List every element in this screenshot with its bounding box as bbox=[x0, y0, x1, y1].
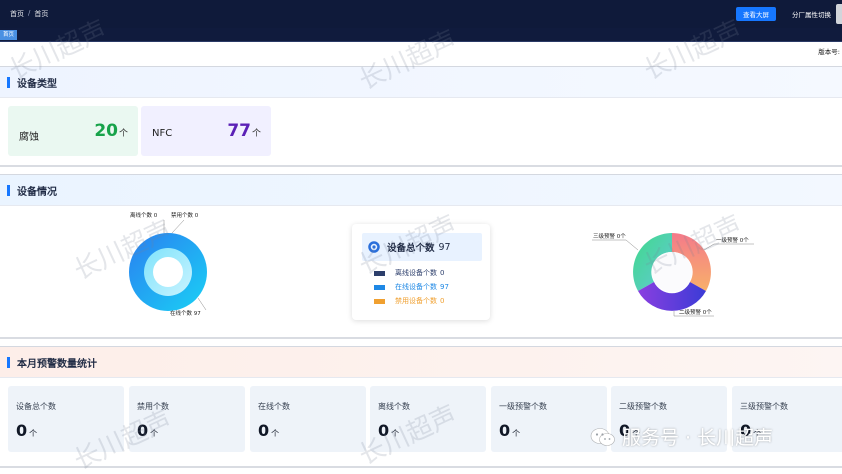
disabled-label: 禁用个数 0 bbox=[171, 211, 199, 219]
legend-item-label: 在线设备个数 bbox=[395, 283, 437, 291]
section-divider bbox=[0, 337, 842, 339]
section-accent-bar bbox=[7, 76, 10, 88]
tab-strip: 首页 bbox=[0, 28, 842, 42]
stat-card-online[interactable]: 在线个数 0个 bbox=[250, 386, 366, 452]
stat-value: 0个 bbox=[137, 421, 159, 440]
stat-label: 一级预警个数 bbox=[499, 402, 547, 411]
section-accent-bar bbox=[7, 184, 10, 196]
section-title-device-status: 设备情况 bbox=[17, 186, 57, 198]
stat-value: 0个 bbox=[378, 421, 400, 440]
stat-value: 0个 bbox=[258, 421, 280, 440]
breadcrumb-current: 首页 bbox=[34, 10, 49, 18]
label-leader-line bbox=[703, 243, 754, 251]
breadcrumb: 首页 / 首页 bbox=[10, 9, 48, 19]
legend-swatch bbox=[374, 298, 385, 304]
legend-item-disabled[interactable]: 禁用设备个数 0 bbox=[374, 296, 444, 306]
device-type-name: 腐蚀 bbox=[19, 132, 39, 143]
section-accent-bar bbox=[7, 356, 10, 368]
section-header-device-types: 设备类型 bbox=[0, 66, 842, 98]
legend-item-offline[interactable]: 离线设备个数 0 bbox=[374, 268, 444, 278]
section-header-monthly-alarms: 本月预警数量统计 bbox=[0, 346, 842, 378]
offline-label: 离线个数 0 bbox=[130, 211, 158, 219]
wechat-icon bbox=[590, 427, 615, 446]
section-header-device-status: 设备情况 bbox=[0, 174, 842, 206]
wechat-watermark: 服务号 · 长川超声 bbox=[590, 423, 773, 450]
device-type-count: 20个 bbox=[94, 121, 128, 141]
version-label: 版本号: bbox=[818, 48, 840, 56]
legend-item-value: 97 bbox=[440, 283, 449, 291]
legend-total-label: 设备总个数 bbox=[387, 243, 435, 254]
factory-switch-link[interactable]: 分厂属性切换 bbox=[792, 9, 831, 19]
stat-card-offline[interactable]: 离线个数 0个 bbox=[370, 386, 486, 452]
breadcrumb-home[interactable]: 首页 bbox=[10, 9, 24, 19]
device-type-count: 77个 bbox=[227, 121, 261, 141]
top-navigation-bar: 首页 / 首页 查看大屏 分厂属性切换 bbox=[0, 0, 842, 28]
user-avatar-edge[interactable] bbox=[836, 4, 842, 24]
label-leader-line bbox=[197, 297, 207, 311]
level-two-label: 二级预警 0个 bbox=[679, 308, 712, 316]
device-type-card-corrosion[interactable]: 腐蚀 20个 bbox=[8, 106, 138, 156]
legend-item-value: 0 bbox=[440, 297, 445, 305]
legend-item-label: 禁用设备个数 bbox=[395, 297, 437, 305]
legend-item-value: 0 bbox=[440, 269, 445, 277]
section-divider bbox=[0, 466, 842, 468]
stat-label: 三级预警个数 bbox=[740, 402, 788, 411]
device-type-name: NFC bbox=[152, 128, 173, 139]
section-divider bbox=[0, 165, 842, 167]
section-title-device-types: 设备类型 bbox=[17, 78, 57, 90]
view-bigscreen-button[interactable]: 查看大屏 bbox=[736, 7, 776, 21]
donut-hole bbox=[652, 252, 692, 292]
stat-label: 禁用个数 bbox=[137, 402, 169, 411]
alarm-level-donut-chart[interactable]: 三级预警 0个 一级预警 0个 二级预警 0个 bbox=[590, 206, 760, 326]
device-status-donut-chart[interactable]: 离线个数 0 禁用个数 0 在线个数 97 bbox=[100, 206, 240, 326]
legend-swatch bbox=[374, 270, 385, 276]
legend-swatch bbox=[374, 284, 385, 290]
legend-total-value: 97 bbox=[438, 241, 451, 253]
legend-total-header: 设备总个数 97 bbox=[362, 233, 482, 261]
label-leader-line bbox=[592, 239, 639, 251]
ring-chart-icon bbox=[368, 241, 380, 253]
stat-value: 0个 bbox=[499, 421, 521, 440]
stat-card-disabled[interactable]: 禁用个数 0个 bbox=[129, 386, 245, 452]
device-type-card-nfc[interactable]: NFC 77个 bbox=[141, 106, 271, 156]
device-summary-legend: 设备总个数 97 离线设备个数 0 在线设备个数 97 禁用设备个数 0 bbox=[352, 224, 490, 320]
legend-item-online[interactable]: 在线设备个数 97 bbox=[374, 282, 449, 292]
stat-card-total-devices[interactable]: 设备总个数 0个 bbox=[8, 386, 124, 452]
online-label: 在线个数 97 bbox=[170, 309, 201, 317]
section-title-monthly-alarms: 本月预警数量统计 bbox=[17, 358, 97, 370]
level-three-label: 三级预警 0个 bbox=[593, 232, 626, 240]
stat-label: 在线个数 bbox=[258, 402, 290, 411]
stat-label: 离线个数 bbox=[378, 402, 410, 411]
legend-item-label: 离线设备个数 bbox=[395, 269, 437, 277]
stat-label: 设备总个数 bbox=[16, 402, 56, 411]
tab-home[interactable]: 首页 bbox=[0, 30, 18, 40]
stat-label: 二级预警个数 bbox=[619, 402, 667, 411]
wechat-footer-text: 服务号 · 长川超声 bbox=[622, 427, 774, 449]
label-leader-line bbox=[171, 219, 185, 234]
stat-value: 0个 bbox=[16, 421, 38, 440]
breadcrumb-separator: / bbox=[28, 9, 31, 17]
donut-hole bbox=[153, 257, 183, 287]
level-one-label: 一级预警 0个 bbox=[716, 236, 749, 244]
